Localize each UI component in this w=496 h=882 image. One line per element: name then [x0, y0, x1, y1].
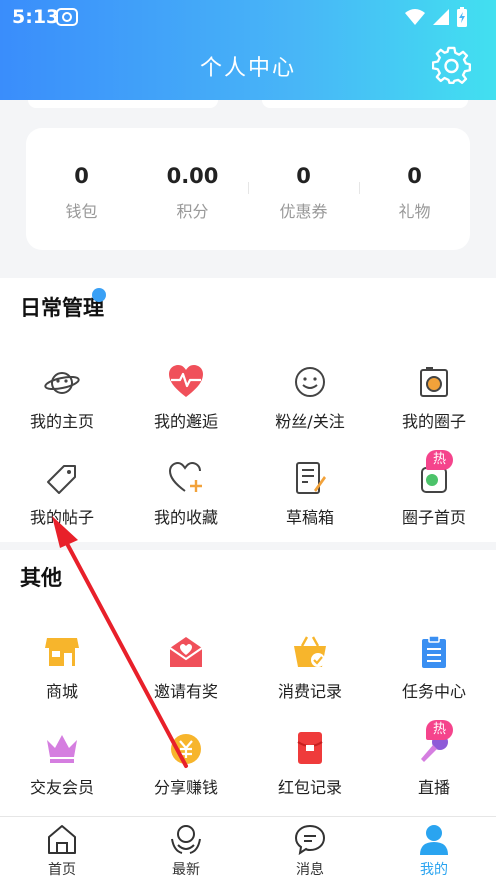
stat-value: 0 [296, 164, 311, 188]
grid-label: 任务中心 [401, 682, 466, 701]
grid-item-my-home[interactable]: 我的主页 [0, 364, 124, 460]
basket-icon [294, 636, 326, 667]
wifi-icon [405, 9, 425, 25]
stat-label: 钱包 [65, 202, 98, 221]
grid-item-my-posts[interactable]: 我的帖子 [0, 460, 124, 556]
grid-label: 商城 [45, 682, 78, 701]
grid-label: 我的圈子 [401, 412, 466, 431]
battery-icon [457, 7, 467, 27]
grid-label: 粉丝/关注 [275, 412, 345, 431]
grid-item-red-envelope-records[interactable]: 红包记录 [248, 730, 372, 826]
grid-label: 消费记录 [277, 682, 342, 701]
bottom-tab-bar: 首页 最新 消息 我的 [0, 816, 496, 882]
section-title-other: 其他 [20, 566, 62, 590]
grid-item-invite-reward[interactable]: 邀请有奖 [124, 634, 248, 730]
stat-points[interactable]: 0.00 积分 [137, 128, 248, 250]
document-edit-icon [296, 462, 326, 494]
grid-label: 分享赚钱 [153, 778, 218, 797]
stat-value: 0 [74, 164, 89, 188]
grid-item-circle-home[interactable]: 热 圈子首页 [372, 450, 496, 556]
grid-item-my-circle[interactable]: 我的圈子 [372, 364, 496, 460]
status-icons [404, 6, 468, 28]
red-envelope-icon [297, 732, 323, 764]
chat-icon [294, 824, 326, 855]
tag-icon [47, 465, 76, 494]
grid-label: 我的收藏 [153, 508, 218, 527]
grid-item-my-favorites[interactable]: 我的收藏 [124, 460, 248, 556]
camera-icon [420, 367, 448, 397]
tab-messages[interactable]: 消息 [248, 817, 372, 882]
grid-label: 圈子首页 [401, 508, 466, 527]
stat-value: 0.00 [166, 164, 219, 188]
hot-badge: 热 [426, 450, 454, 470]
tab-label: 首页 [48, 862, 76, 878]
tab-mine[interactable]: 我的 [372, 817, 496, 882]
stat-divider [248, 182, 249, 194]
grid-label: 邀请有奖 [153, 682, 218, 701]
home-icon [48, 825, 76, 854]
smile-icon [295, 367, 325, 397]
grid-item-my-encounter[interactable]: 我的邂逅 [124, 364, 248, 460]
heart-plus-icon [168, 461, 202, 492]
planet-icon [44, 372, 80, 394]
grid-label: 我的帖子 [29, 508, 94, 527]
settings-gear-icon[interactable] [432, 46, 472, 86]
grid-item-spending-records[interactable]: 消费记录 [248, 634, 372, 730]
tab-label: 最新 [172, 862, 200, 878]
stat-label: 优惠券 [279, 202, 328, 221]
grid-label: 交友会员 [29, 778, 94, 797]
grid-item-dating-member[interactable]: 交友会员 [0, 730, 124, 826]
tab-latest[interactable]: 最新 [124, 817, 248, 882]
status-time: 5:13 [12, 6, 60, 28]
status-bar: 5:13 [0, 0, 496, 36]
shop-icon [45, 638, 79, 666]
stat-label: 礼物 [398, 202, 431, 221]
stat-wallet[interactable]: 0 钱包 [26, 128, 137, 250]
stat-value: 0 [407, 164, 422, 188]
heart-pulse-icon [169, 365, 203, 397]
grid-label: 红包记录 [277, 778, 342, 797]
new-dot-badge [92, 288, 106, 302]
crown-icon [47, 735, 77, 763]
grid-item-shop[interactable]: 商城 [0, 634, 124, 730]
stat-gifts[interactable]: 0 礼物 [359, 128, 470, 250]
card-peek-left [28, 100, 218, 108]
stat-divider [359, 182, 360, 194]
card-peek-right [262, 100, 468, 108]
stat-label: 积分 [176, 202, 209, 221]
app-notification-icon [56, 8, 78, 26]
hot-badge: 热 [426, 720, 454, 740]
stat-coupons[interactable]: 0 优惠券 [248, 128, 359, 250]
grid-item-live[interactable]: 热 直播 [372, 720, 496, 826]
grid-label: 草稿箱 [285, 508, 334, 527]
page-title: 个人中心 [199, 56, 296, 81]
daily-management-section: 日常管理 我的主页 我的邂逅 粉丝/关注 我的圈子 我的帖子 我的收藏 草稿箱 … [0, 278, 496, 542]
clipboard-icon [422, 635, 446, 668]
user-icon [420, 825, 448, 855]
signal-icon [433, 9, 449, 25]
hands-icon [171, 825, 201, 854]
header: 5:13 个人中心 [0, 0, 496, 100]
tab-home[interactable]: 首页 [0, 817, 124, 882]
other-section: 其他 商城 邀请有奖 消费记录 任务中心 交友会员 分享赚钱 红包记录 热 直播 [0, 550, 496, 816]
grid-item-task-center[interactable]: 任务中心 [372, 634, 496, 730]
grid-item-drafts[interactable]: 草稿箱 [248, 460, 372, 556]
tab-label: 消息 [296, 862, 324, 878]
envelope-heart-icon [169, 637, 203, 667]
grid-label: 我的邂逅 [153, 412, 218, 431]
grid-label: 直播 [417, 778, 450, 797]
grid-item-fans-follow[interactable]: 粉丝/关注 [248, 364, 372, 460]
grid-item-share-earn[interactable]: 分享赚钱 [124, 730, 248, 826]
grid-label: 我的主页 [29, 412, 94, 431]
tab-label: 我的 [420, 862, 448, 878]
coin-icon [171, 734, 201, 764]
